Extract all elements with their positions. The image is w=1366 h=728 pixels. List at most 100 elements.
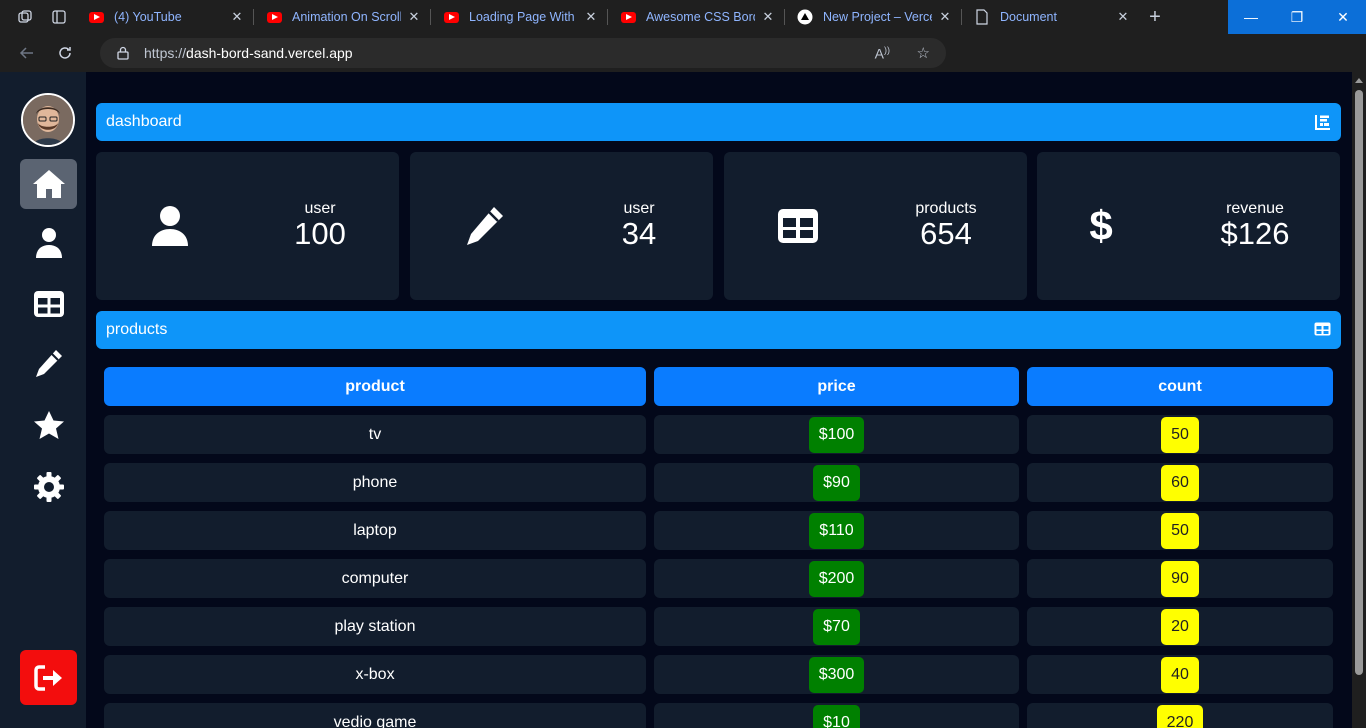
price-cell: $300 <box>654 655 1019 694</box>
price-badge: $70 <box>813 608 860 645</box>
count-badge: 90 <box>1161 560 1199 597</box>
user-icon <box>148 204 192 248</box>
browser-tab-bar: (4) YouTube ✕ Animation On Scroll | ✕ Lo… <box>0 0 1366 34</box>
favorite-star-icon[interactable]: ☆ <box>917 44 930 62</box>
stat-card-products: products 654 <box>724 152 1027 300</box>
price-cell: $200 <box>654 559 1019 598</box>
count-cell: 50 <box>1027 511 1333 550</box>
count-cell: 90 <box>1027 559 1333 598</box>
new-tab-button[interactable]: + <box>1140 0 1170 34</box>
column-header-price: price <box>654 367 1019 406</box>
count-cell: 40 <box>1027 655 1333 694</box>
sidebar-item-edit[interactable] <box>20 339 77 389</box>
sidebar-item-home[interactable] <box>20 159 77 209</box>
stat-card-edits: user 34 <box>410 152 713 300</box>
product-cell: x-box <box>104 655 646 694</box>
count-badge: 40 <box>1161 656 1199 693</box>
table-icon <box>1314 322 1331 336</box>
products-header: products <box>96 311 1341 349</box>
tab-actions-icon[interactable] <box>42 0 76 34</box>
price-cell: $100 <box>654 415 1019 454</box>
price-cell: $70 <box>654 607 1019 646</box>
close-window-button[interactable]: ✕ <box>1320 0 1366 34</box>
stat-value: 100 <box>294 216 346 251</box>
close-icon[interactable]: ✕ <box>230 9 244 25</box>
price-badge: $200 <box>808 560 865 597</box>
product-cell: play station <box>104 607 646 646</box>
url-host: dash-bord-sand.vercel.app <box>186 45 353 61</box>
star-icon <box>33 411 64 439</box>
gear-icon <box>33 472 64 502</box>
sidebar-item-favorites[interactable] <box>20 400 77 450</box>
scroll-up-arrow-icon[interactable] <box>1355 78 1363 83</box>
column-header-product: product <box>104 367 646 406</box>
column-header-count: count <box>1027 367 1333 406</box>
scrollbar-thumb[interactable] <box>1355 90 1363 675</box>
price-badge: $90 <box>813 464 860 501</box>
back-icon[interactable] <box>10 36 44 70</box>
count-badge: 50 <box>1161 512 1199 549</box>
user-icon <box>35 228 62 258</box>
stat-value: $126 <box>1220 216 1290 251</box>
tab-loading-page[interactable]: Loading Page With S ✕ <box>431 0 608 34</box>
count-badge: 50 <box>1161 416 1199 453</box>
stat-value: 34 <box>621 216 657 251</box>
close-icon[interactable]: ✕ <box>1116 9 1130 25</box>
refresh-icon[interactable] <box>48 36 82 70</box>
pencil-icon <box>35 350 62 377</box>
page-scrollbar[interactable] <box>1352 72 1366 728</box>
product-cell: vedio game <box>104 703 646 728</box>
avatar[interactable] <box>21 93 75 147</box>
logout-icon <box>33 664 62 691</box>
sidebar-item-user[interactable] <box>20 218 77 268</box>
tab-vercel[interactable]: New Project – Vercel ✕ <box>785 0 962 34</box>
product-cell: phone <box>104 463 646 502</box>
home-icon <box>32 170 65 198</box>
count-cell: 50 <box>1027 415 1333 454</box>
product-cell: computer <box>104 559 646 598</box>
tab-youtube[interactable]: (4) YouTube ✕ <box>76 0 254 34</box>
minimize-button[interactable]: — <box>1228 0 1274 34</box>
tab-animation-on-scroll[interactable]: Animation On Scroll | ✕ <box>254 0 431 34</box>
close-icon[interactable]: ✕ <box>407 9 421 25</box>
price-badge: $10 <box>813 704 860 728</box>
pencil-icon <box>462 204 506 248</box>
read-aloud-icon[interactable]: A)) <box>875 45 890 62</box>
sidebar-item-settings[interactable] <box>20 462 77 512</box>
browser-toolbar: https://dash-bord-sand.vercel.app A)) ☆ … <box>0 34 1366 98</box>
close-icon[interactable]: ✕ <box>584 9 598 25</box>
product-cell: laptop <box>104 511 646 550</box>
address-bar[interactable]: https://dash-bord-sand.vercel.app A)) ☆ <box>100 38 946 68</box>
table-icon <box>33 291 64 317</box>
count-cell: 60 <box>1027 463 1333 502</box>
close-icon[interactable]: ✕ <box>761 9 775 25</box>
stat-card-revenue: $ revenue $126 <box>1037 152 1340 300</box>
lock-icon <box>117 46 129 60</box>
page-content: dashboard user 100 user 34 products 654 … <box>0 72 1352 728</box>
sidebar-item-table[interactable] <box>20 279 77 329</box>
youtube-icon <box>620 9 636 25</box>
tab-strip: (4) YouTube ✕ Animation On Scroll | ✕ Lo… <box>76 0 1140 34</box>
youtube-icon <box>443 9 459 25</box>
count-cell: 220 <box>1027 703 1333 728</box>
dashboard-header: dashboard <box>96 103 1341 141</box>
dashboard-title: dashboard <box>106 113 182 130</box>
count-cell: 20 <box>1027 607 1333 646</box>
document-icon <box>974 9 990 25</box>
count-badge: 220 <box>1156 704 1204 728</box>
close-icon[interactable]: ✕ <box>938 9 952 25</box>
sidebar <box>0 72 86 728</box>
count-badge: 60 <box>1161 464 1199 501</box>
stat-card-users: user 100 <box>96 152 399 300</box>
stat-value: 654 <box>920 216 972 251</box>
restore-button[interactable]: ❐ <box>1274 0 1320 34</box>
tab-document[interactable]: Document ✕ <box>962 0 1140 34</box>
table-icon <box>776 204 820 248</box>
vercel-icon <box>797 9 813 25</box>
workspaces-icon[interactable] <box>8 0 42 34</box>
dollar-icon: $ <box>1089 202 1113 249</box>
tab-awesome-css-borders[interactable]: Awesome CSS Borde ✕ <box>608 0 785 34</box>
youtube-icon <box>88 9 104 25</box>
logout-button[interactable] <box>20 650 77 705</box>
product-cell: tv <box>104 415 646 454</box>
